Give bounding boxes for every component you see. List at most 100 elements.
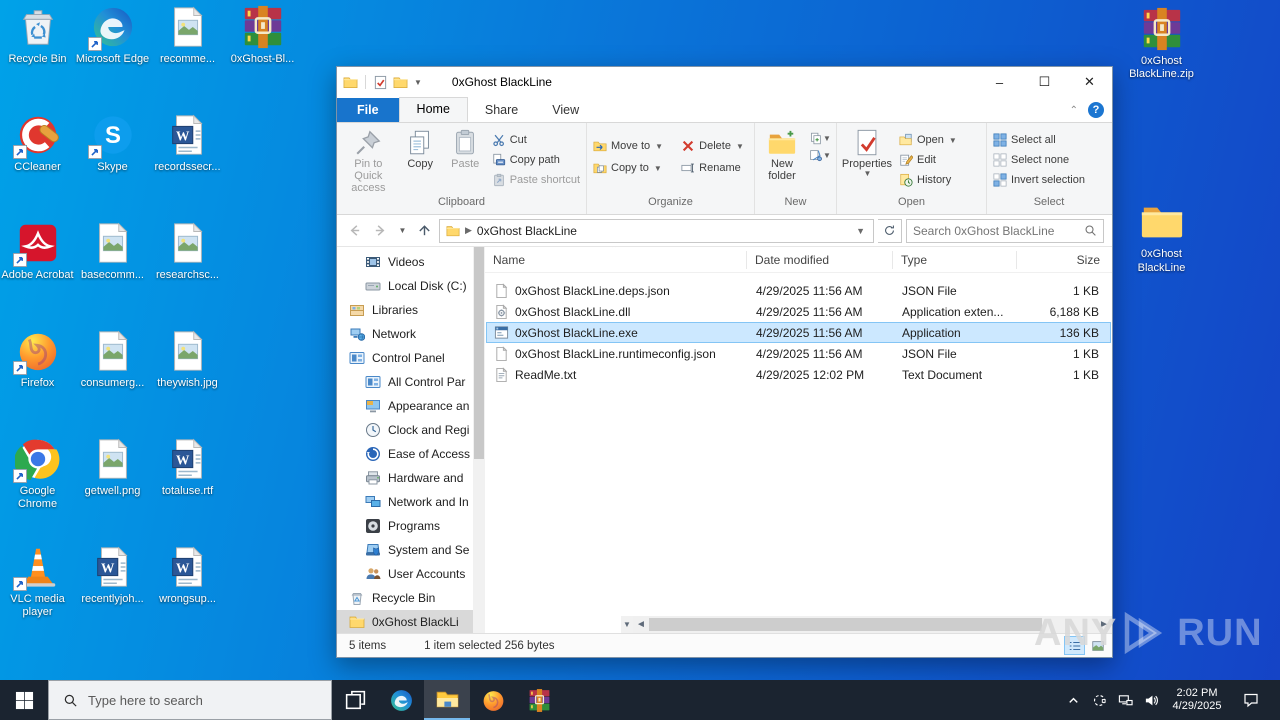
desktop-icon-recentlyjoh[interactable]: Wrecentlyjoh...: [75, 544, 150, 652]
sidebar-item-clock-and-regi[interactable]: Clock and Regi: [337, 418, 473, 442]
up-button[interactable]: [413, 220, 435, 242]
desktop-icon-totaluse-rtf[interactable]: Wtotaluse.rtf: [150, 436, 225, 544]
desktop-icon-getwell-png[interactable]: getwell.png: [75, 436, 150, 544]
desktop-icon-firefox[interactable]: Firefox: [0, 328, 75, 436]
edit-button[interactable]: Edit: [895, 150, 961, 170]
details-view-button[interactable]: [1064, 636, 1085, 655]
select-all-button[interactable]: Select all: [989, 130, 1089, 150]
paste-button[interactable]: Paste: [443, 126, 488, 170]
open-button[interactable]: Open ▼: [895, 130, 961, 150]
easy-access-button[interactable]: ▼: [809, 149, 831, 162]
select-none-button[interactable]: Select none: [989, 150, 1089, 170]
table-row-0xghost-blackline-runtimeconfig-json[interactable]: 0xGhost BlackLine.runtimeconfig.json 4/29…: [486, 343, 1111, 364]
history-button[interactable]: History: [895, 170, 961, 190]
paste-shortcut-button[interactable]: Paste shortcut: [488, 170, 584, 190]
table-row-0xghost-blackline-exe[interactable]: 0xGhost BlackLine.exe 4/29/2025 11:56 AM A…: [486, 322, 1111, 343]
cut-button[interactable]: Cut: [488, 130, 584, 150]
desktop-icon-researchsc[interactable]: researchsc...: [150, 220, 225, 328]
desktop-icon-ccleaner[interactable]: CCleaner: [0, 112, 75, 220]
sidebar-item-network-and-in[interactable]: Network and In: [337, 490, 473, 514]
copy-path-button[interactable]: Copy path: [488, 150, 584, 170]
desktop-icon-0xghost-blackline-zip[interactable]: 0xGhost BlackLine.zip: [1124, 6, 1199, 81]
sidebar-item-network[interactable]: Network: [337, 322, 473, 346]
tab-home[interactable]: Home: [398, 97, 468, 122]
tab-share[interactable]: Share: [468, 99, 535, 122]
search-input[interactable]: [913, 223, 1084, 238]
refresh-button[interactable]: [878, 218, 902, 243]
sidebar-item-all-control-par[interactable]: All Control Par: [337, 370, 473, 394]
delete-button[interactable]: Delete ▼: [677, 136, 752, 156]
taskbar-edge-button[interactable]: [378, 680, 424, 720]
address-field[interactable]: ▶ 0xGhost BlackLine ▼: [439, 218, 874, 243]
sidebar-item-ease-of-access[interactable]: Ease of Access: [337, 442, 473, 466]
search-box[interactable]: [906, 218, 1104, 243]
nav-scrollbar-thumb[interactable]: [474, 247, 484, 460]
desktop-icon-google-chrome[interactable]: Google Chrome: [0, 436, 75, 544]
sidebar-item-programs[interactable]: Programs: [337, 514, 473, 538]
tab-view[interactable]: View: [535, 99, 596, 122]
horizontal-scrollbar[interactable]: ◄ ►: [633, 616, 1112, 633]
invert-selection-button[interactable]: Invert selection: [989, 170, 1089, 190]
tray-chevron-up-icon[interactable]: [1060, 693, 1086, 708]
new-item-button[interactable]: ▼: [809, 132, 831, 145]
minimize-button[interactable]: –: [977, 67, 1022, 97]
tray-app-icon[interactable]: [1086, 693, 1112, 708]
desktop-icon-adobe-acrobat[interactable]: Adobe Acrobat: [0, 220, 75, 328]
start-button[interactable]: [0, 680, 48, 720]
copy-button[interactable]: Copy: [398, 126, 443, 170]
nav-scrollbar[interactable]: [473, 247, 485, 633]
task-view-button[interactable]: [332, 680, 378, 720]
taskbar-clock[interactable]: 2:02 PM 4/29/2025: [1164, 687, 1230, 713]
close-button[interactable]: ✕: [1067, 67, 1112, 97]
forward-button[interactable]: [369, 220, 391, 242]
column-header-name[interactable]: ⌃ Name: [485, 247, 747, 269]
sidebar-item-videos[interactable]: Videos: [337, 250, 473, 274]
back-button[interactable]: [343, 220, 365, 242]
sidebar-item-user-accounts[interactable]: User Accounts: [337, 562, 473, 586]
horizontal-scrollbar-thumb[interactable]: [649, 618, 1042, 631]
thumbnails-view-button[interactable]: [1087, 636, 1108, 655]
collapse-ribbon-icon[interactable]: ⌃: [1070, 105, 1078, 116]
sidebar-item-recycle-bin[interactable]: Recycle Bin: [337, 586, 473, 610]
desktop-icon-recordssecr[interactable]: Wrecordssecr...: [150, 112, 225, 220]
desktop-icon-basecomm[interactable]: basecomm...: [75, 220, 150, 328]
qat-properties-icon[interactable]: [373, 75, 388, 90]
new-folder-button[interactable]: New folder: [757, 126, 807, 182]
rename-button[interactable]: Rename: [677, 158, 752, 178]
copy-to-button[interactable]: Copy to ▼: [589, 158, 671, 178]
network-icon[interactable]: [1112, 693, 1138, 708]
sidebar-item-0xghost-blackli[interactable]: 0xGhost BlackLi: [337, 610, 473, 633]
qat-customize-chevron-icon[interactable]: ▼: [414, 78, 422, 87]
desktop-icon-wrongsup[interactable]: Wwrongsup...: [150, 544, 225, 652]
sidebar-item-control-panel[interactable]: Control Panel: [337, 346, 473, 370]
desktop-icon-microsoft-edge[interactable]: Microsoft Edge: [75, 4, 150, 112]
table-row-0xghost-blackline-dll[interactable]: 0xGhost BlackLine.dll 4/29/2025 11:56 AM A…: [486, 301, 1111, 322]
column-header-type[interactable]: Type: [893, 250, 1017, 269]
qat-new-folder-icon[interactable]: [393, 75, 408, 90]
sidebar-item-local-disk-c[interactable]: Local Disk (C:): [337, 274, 473, 298]
address-dropdown-chevron-icon[interactable]: ▼: [850, 226, 871, 236]
taskbar-file-explorer-button[interactable]: [424, 680, 470, 720]
sidebar-item-system-and-se[interactable]: System and Se: [337, 538, 473, 562]
table-row-0xghost-blackline-deps-json[interactable]: 0xGhost BlackLine.deps.json 4/29/2025 11:…: [486, 280, 1111, 301]
properties-button[interactable]: Properties ▼: [839, 126, 895, 179]
sidebar-item-libraries[interactable]: Libraries: [337, 298, 473, 322]
sidebar-item-appearance-an[interactable]: Appearance an: [337, 394, 473, 418]
scroll-right-icon[interactable]: ►: [1096, 616, 1112, 633]
tab-file[interactable]: File: [337, 98, 399, 122]
desktop-icon-vlc-media-player[interactable]: VLC media player: [0, 544, 75, 652]
table-row-readme-txt[interactable]: ReadMe.txt 4/29/2025 12:02 PM Text Documen…: [486, 364, 1111, 385]
column-header-size[interactable]: Size: [1017, 251, 1112, 269]
desktop-icon-recomme[interactable]: recomme...: [150, 4, 225, 112]
desktop-icon-0xghost-bl[interactable]: 0xGhost-Bl...: [225, 4, 300, 112]
desktop-icon-theywish-jpg[interactable]: theywish.jpg: [150, 328, 225, 436]
breadcrumb[interactable]: 0xGhost BlackLine: [477, 224, 577, 238]
column-header-date-modified[interactable]: Date modified: [747, 250, 893, 269]
taskbar-winrar-button[interactable]: [516, 680, 562, 720]
taskbar-search[interactable]: Type here to search: [48, 680, 332, 720]
taskbar-firefox-button[interactable]: [470, 680, 516, 720]
pin-to-quick-access-button[interactable]: Pin to Quick access: [339, 126, 398, 194]
desktop-icon-recycle-bin[interactable]: Recycle Bin: [0, 4, 75, 112]
action-center-icon[interactable]: [1230, 692, 1272, 708]
help-icon[interactable]: ?: [1088, 102, 1104, 118]
